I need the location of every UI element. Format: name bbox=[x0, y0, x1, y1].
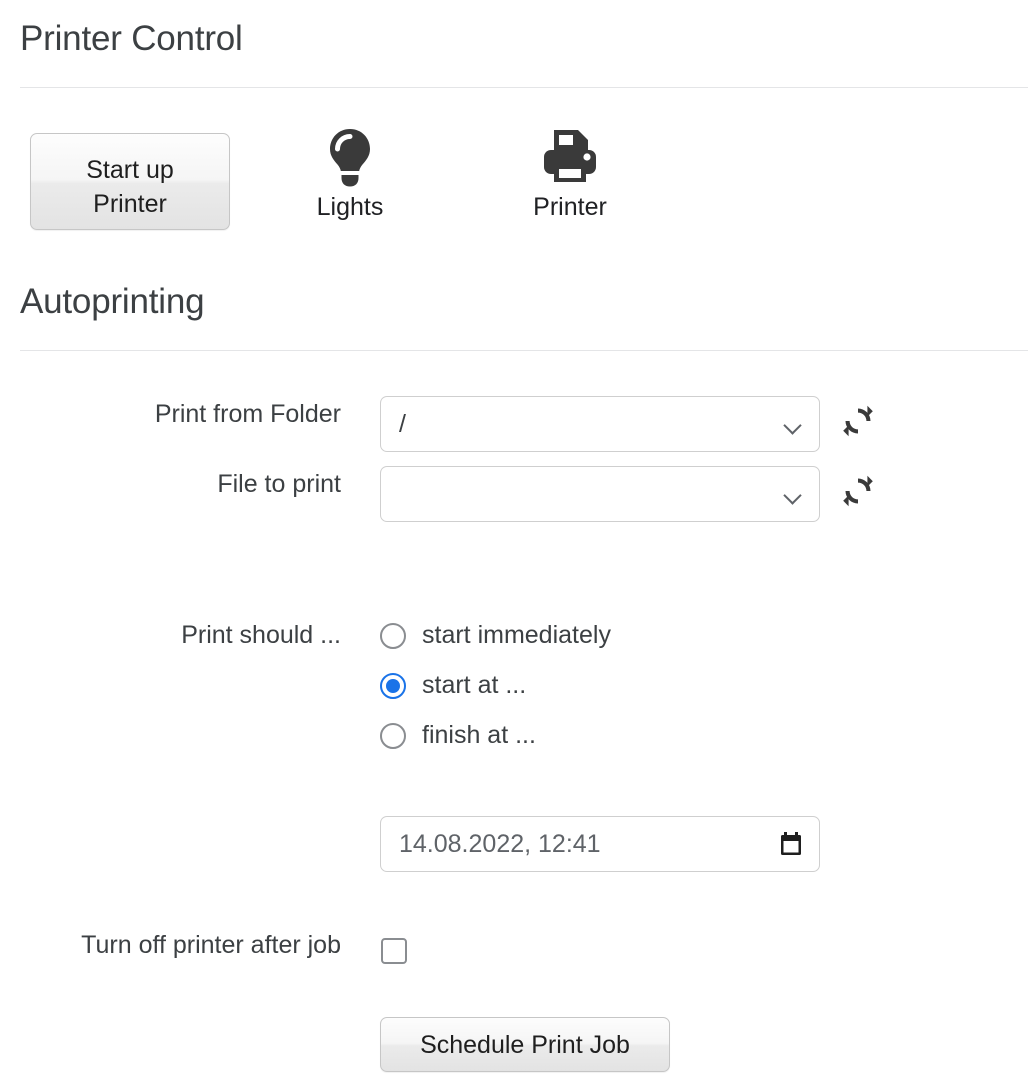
print-should-label: Print should ... bbox=[181, 621, 341, 649]
printer-control-page: Printer Control Start up Printer Lights bbox=[0, 0, 1028, 1086]
radio-mark-icon bbox=[380, 623, 406, 649]
datetime-input[interactable]: 14.08.2022, 12:41 bbox=[380, 816, 820, 872]
printer-label: Printer bbox=[533, 193, 607, 221]
lightbulb-icon bbox=[290, 126, 410, 188]
file-to-print-select[interactable] bbox=[380, 466, 820, 522]
print-from-folder-value: / bbox=[399, 410, 406, 438]
startup-printer-button[interactable]: Start up Printer bbox=[30, 133, 230, 230]
refresh-files-button[interactable] bbox=[841, 474, 875, 508]
calendar-icon[interactable] bbox=[779, 832, 803, 856]
radio-mark-icon bbox=[380, 673, 406, 699]
lights-toggle[interactable]: Lights bbox=[290, 126, 410, 222]
print-from-folder-label: Print from Folder bbox=[154, 400, 341, 428]
page-title: Printer Control bbox=[20, 19, 243, 58]
datetime-value: 14.08.2022, 12:41 bbox=[399, 830, 601, 858]
schedule-print-job-button[interactable]: Schedule Print Job bbox=[380, 1017, 670, 1072]
lights-label: Lights bbox=[316, 193, 384, 221]
radio-finish-at-label: finish at ... bbox=[422, 721, 536, 749]
file-to-print-label: File to print bbox=[217, 470, 341, 498]
radio-mark-icon bbox=[380, 723, 406, 749]
autoprinting-divider bbox=[20, 350, 1028, 351]
turn-off-printer-label: Turn off printer after job bbox=[81, 931, 341, 959]
printer-toggle[interactable]: Printer bbox=[510, 126, 630, 222]
print-from-folder-select[interactable]: / bbox=[380, 396, 820, 452]
chevron-down-icon bbox=[785, 419, 801, 429]
refresh-folders-button[interactable] bbox=[841, 404, 875, 438]
header-divider bbox=[20, 87, 1028, 88]
chevron-down-icon bbox=[785, 489, 801, 499]
turn-off-printer-checkbox[interactable] bbox=[381, 938, 407, 964]
autoprinting-title: Autoprinting bbox=[20, 282, 205, 321]
radio-start-immediately-label: start immediately bbox=[422, 621, 611, 649]
printer-icon bbox=[510, 126, 630, 188]
radio-start-at-label: start at ... bbox=[422, 671, 527, 699]
